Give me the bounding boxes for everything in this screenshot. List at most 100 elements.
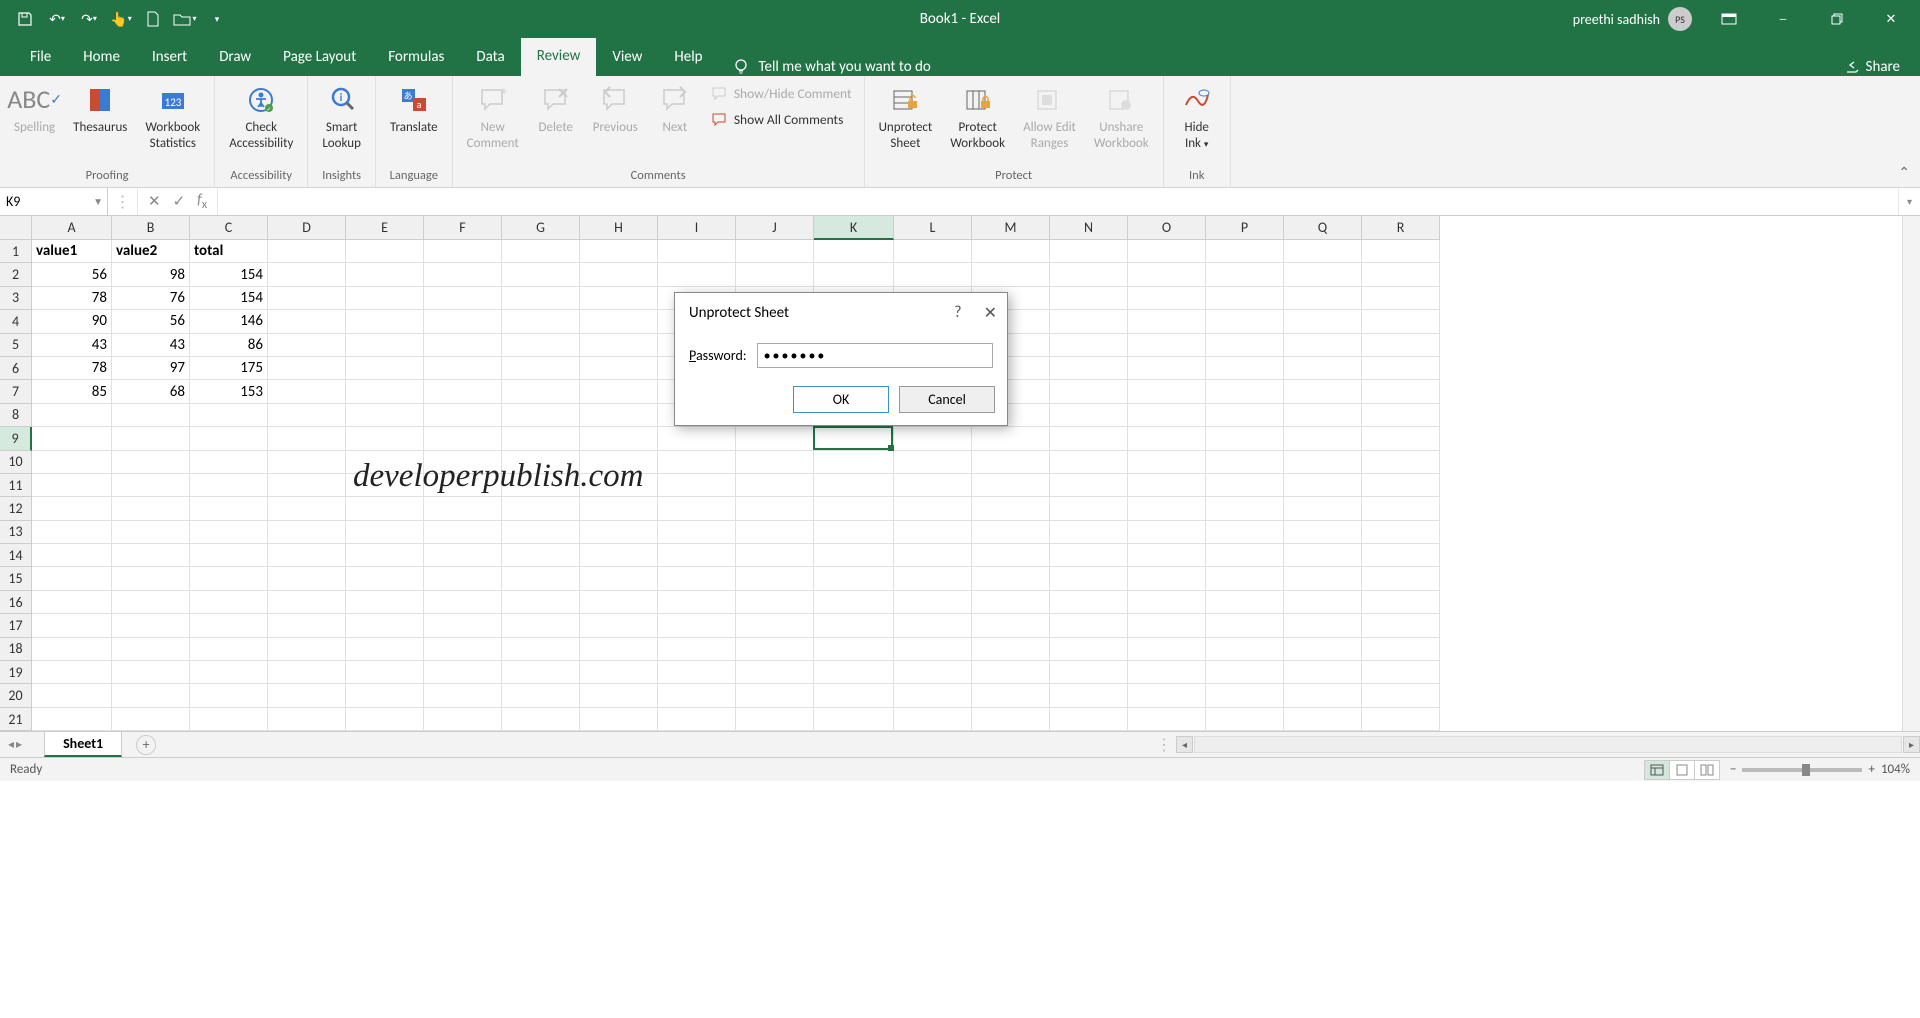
cell[interactable] bbox=[972, 708, 1050, 731]
translate-button[interactable]: あa Translate bbox=[384, 80, 444, 138]
cell[interactable] bbox=[736, 427, 814, 450]
cell[interactable] bbox=[814, 451, 894, 474]
cell[interactable] bbox=[894, 638, 972, 661]
cell[interactable] bbox=[1284, 521, 1362, 544]
cell[interactable] bbox=[424, 497, 502, 520]
cell[interactable] bbox=[346, 591, 424, 614]
cell[interactable] bbox=[972, 451, 1050, 474]
cell[interactable]: 154 bbox=[190, 263, 268, 286]
cell[interactable] bbox=[972, 567, 1050, 590]
cell[interactable] bbox=[424, 310, 502, 333]
cell[interactable] bbox=[112, 591, 190, 614]
row-header[interactable]: 9 bbox=[0, 427, 32, 450]
vertical-scrollbar[interactable] bbox=[1902, 216, 1920, 731]
cell[interactable] bbox=[190, 684, 268, 707]
cell[interactable] bbox=[658, 684, 736, 707]
cell[interactable] bbox=[658, 521, 736, 544]
cell[interactable] bbox=[1050, 427, 1128, 450]
column-header[interactable]: E bbox=[346, 216, 424, 240]
cell[interactable] bbox=[32, 521, 112, 544]
enter-formula-icon[interactable]: ✓ bbox=[173, 192, 186, 211]
cell[interactable] bbox=[1128, 708, 1206, 731]
cell[interactable] bbox=[1206, 334, 1284, 357]
cell[interactable] bbox=[658, 638, 736, 661]
cell[interactable] bbox=[1206, 567, 1284, 590]
cell[interactable] bbox=[190, 427, 268, 450]
cell[interactable] bbox=[268, 334, 346, 357]
cell[interactable] bbox=[1128, 451, 1206, 474]
cell[interactable] bbox=[658, 614, 736, 637]
cell[interactable] bbox=[1128, 287, 1206, 310]
column-header[interactable]: M bbox=[972, 216, 1050, 240]
cell[interactable] bbox=[32, 544, 112, 567]
tab-draw[interactable]: Draw bbox=[203, 38, 267, 76]
cell[interactable] bbox=[894, 521, 972, 544]
cell[interactable] bbox=[1362, 521, 1440, 544]
cell[interactable] bbox=[1050, 380, 1128, 403]
cell[interactable] bbox=[32, 567, 112, 590]
cell[interactable] bbox=[502, 684, 580, 707]
cell[interactable] bbox=[190, 614, 268, 637]
cell[interactable] bbox=[658, 544, 736, 567]
cell[interactable] bbox=[972, 521, 1050, 544]
cell[interactable] bbox=[424, 334, 502, 357]
cell[interactable] bbox=[112, 661, 190, 684]
cell[interactable]: 90 bbox=[32, 310, 112, 333]
cell[interactable] bbox=[502, 591, 580, 614]
cell[interactable] bbox=[1206, 661, 1284, 684]
cell[interactable] bbox=[268, 638, 346, 661]
cell[interactable] bbox=[1284, 497, 1362, 520]
cancel-formula-icon[interactable]: ✕ bbox=[148, 192, 161, 211]
cell[interactable] bbox=[190, 567, 268, 590]
cell[interactable] bbox=[1206, 240, 1284, 263]
cell[interactable] bbox=[502, 614, 580, 637]
cell[interactable] bbox=[658, 427, 736, 450]
cell[interactable]: 76 bbox=[112, 287, 190, 310]
cell[interactable] bbox=[972, 638, 1050, 661]
cell[interactable] bbox=[1206, 614, 1284, 637]
cell[interactable] bbox=[502, 357, 580, 380]
cell[interactable] bbox=[32, 591, 112, 614]
cell[interactable] bbox=[424, 544, 502, 567]
cell[interactable] bbox=[972, 614, 1050, 637]
row-header[interactable]: 3 bbox=[0, 287, 32, 310]
cell[interactable] bbox=[658, 708, 736, 731]
cell[interactable] bbox=[894, 497, 972, 520]
zoom-slider[interactable] bbox=[1742, 768, 1862, 772]
cell[interactable] bbox=[502, 567, 580, 590]
cell[interactable] bbox=[1206, 474, 1284, 497]
cell[interactable] bbox=[1128, 310, 1206, 333]
cell[interactable] bbox=[580, 404, 658, 427]
cell[interactable] bbox=[1284, 357, 1362, 380]
cell[interactable]: value2 bbox=[112, 240, 190, 263]
cell[interactable] bbox=[1206, 684, 1284, 707]
cell[interactable]: total bbox=[190, 240, 268, 263]
touch-mode-icon[interactable]: 👆▾ bbox=[106, 5, 136, 33]
tab-formulas[interactable]: Formulas bbox=[372, 38, 460, 76]
horizontal-scrollbar[interactable] bbox=[1194, 736, 1902, 753]
page-break-view-button[interactable] bbox=[1694, 760, 1720, 780]
cell[interactable] bbox=[346, 708, 424, 731]
smart-lookup-button[interactable]: i Smart Lookup bbox=[316, 80, 367, 153]
column-header[interactable]: I bbox=[658, 216, 736, 240]
cell[interactable] bbox=[32, 708, 112, 731]
column-header[interactable]: Q bbox=[1284, 216, 1362, 240]
cell[interactable] bbox=[1284, 684, 1362, 707]
cell[interactable] bbox=[1362, 614, 1440, 637]
cell[interactable] bbox=[1128, 263, 1206, 286]
cell[interactable] bbox=[972, 497, 1050, 520]
tab-data[interactable]: Data bbox=[460, 38, 520, 76]
cell[interactable] bbox=[1362, 638, 1440, 661]
maximize-button[interactable] bbox=[1812, 0, 1862, 38]
cell[interactable] bbox=[814, 474, 894, 497]
column-header[interactable]: R bbox=[1362, 216, 1440, 240]
column-header[interactable]: J bbox=[736, 216, 814, 240]
cell[interactable] bbox=[190, 404, 268, 427]
cell[interactable] bbox=[814, 708, 894, 731]
cell[interactable] bbox=[580, 380, 658, 403]
cell[interactable] bbox=[268, 544, 346, 567]
cell[interactable]: value1 bbox=[32, 240, 112, 263]
cell[interactable] bbox=[1362, 451, 1440, 474]
cell[interactable] bbox=[894, 451, 972, 474]
cell[interactable] bbox=[424, 427, 502, 450]
